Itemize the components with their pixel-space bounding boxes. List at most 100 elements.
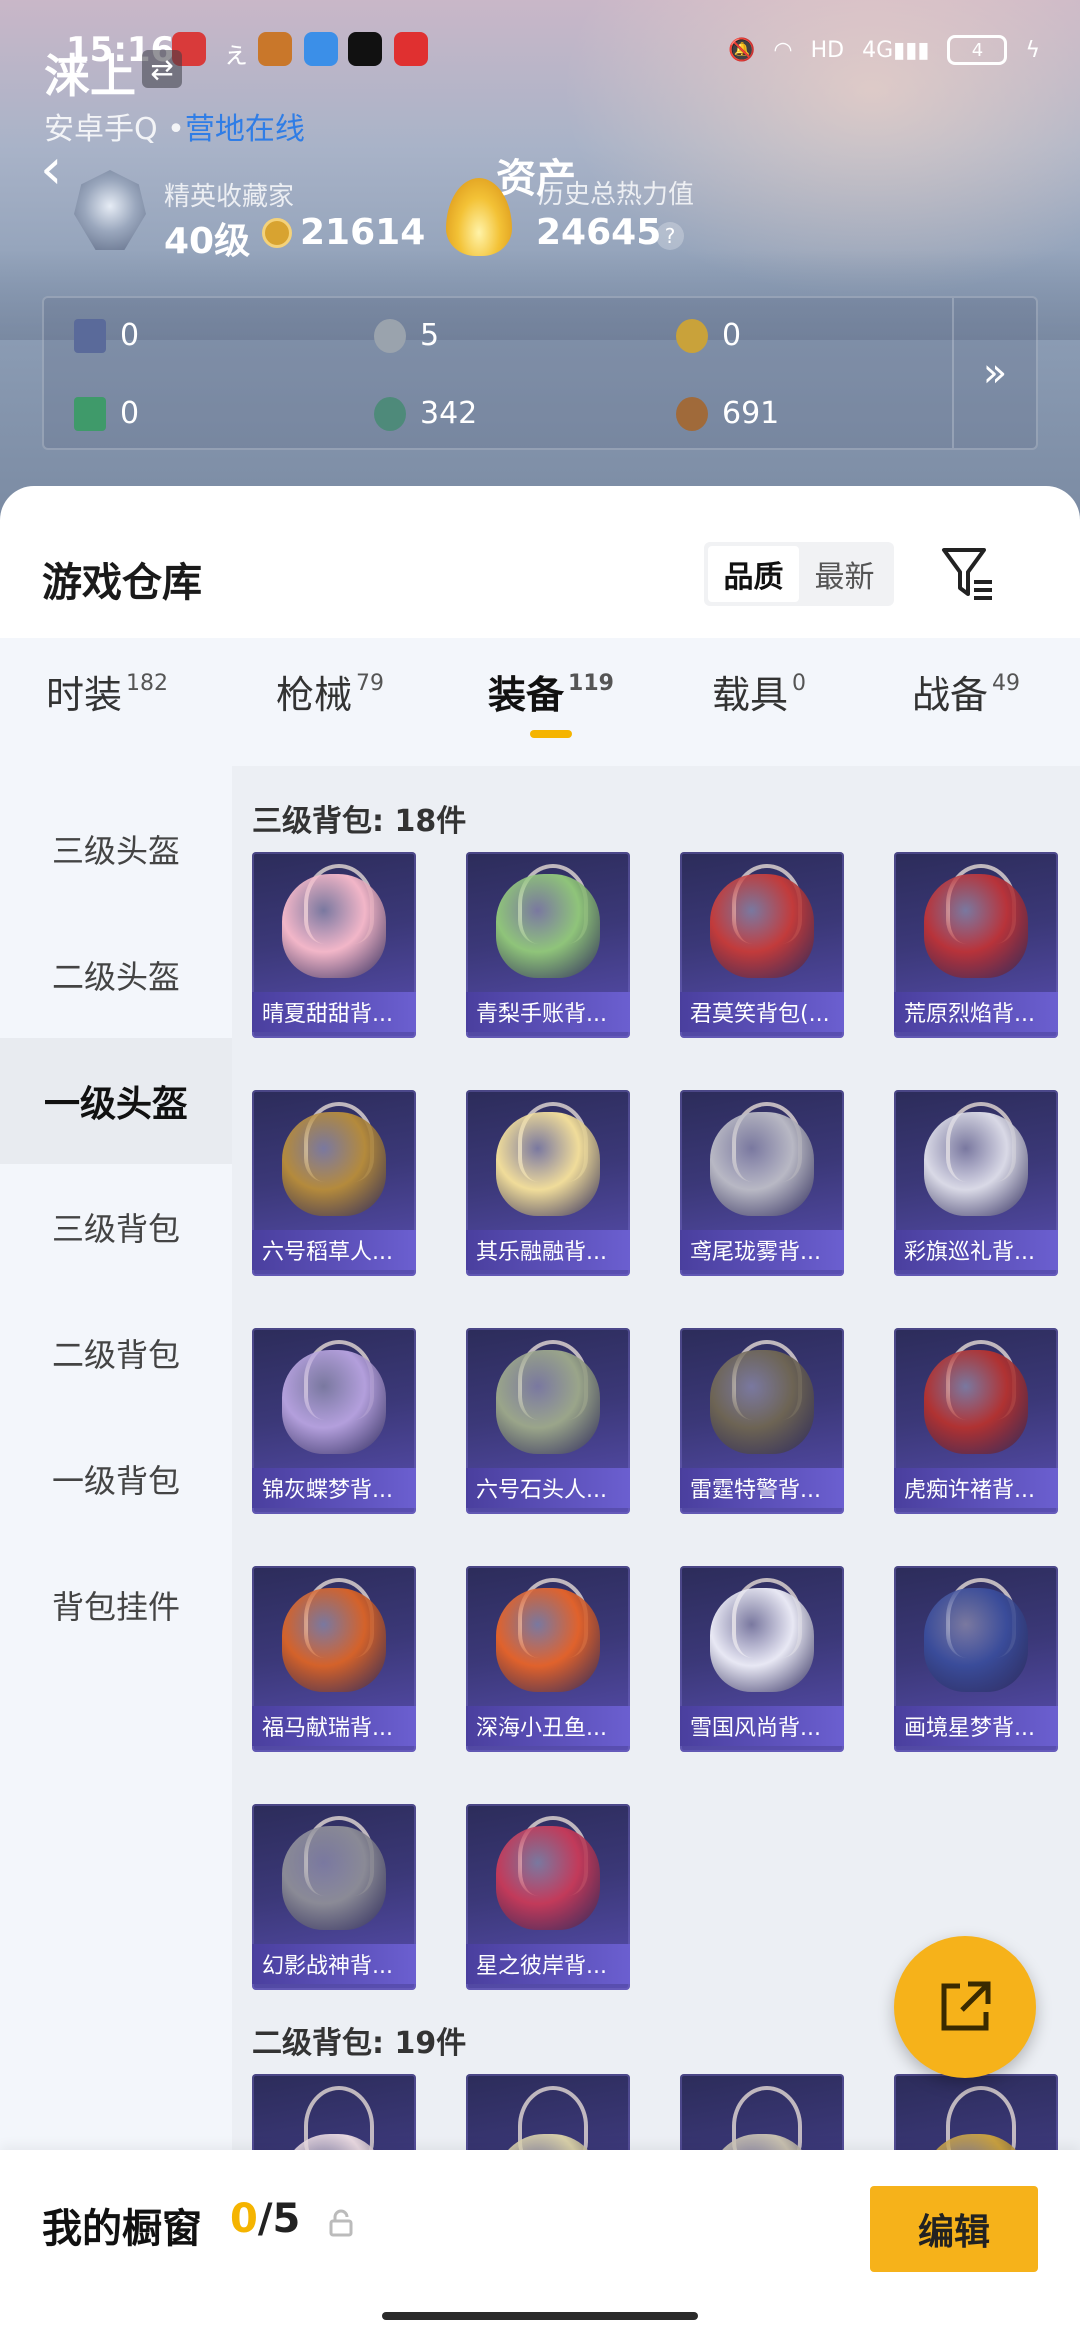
item-label: 深海小丑鱼... [466,1706,630,1746]
item-card[interactable]: 星之彼岸背... [466,1804,630,1990]
gold-medal-icon [676,318,708,353]
item-label: 彩旗巡礼背... [894,1230,1058,1270]
notification-app-icon [394,32,428,66]
section-title: 二级背包: 19件 [252,2026,467,2061]
item-card[interactable]: 其乐融融背... [466,1090,630,1276]
stat-item: 342 [374,396,477,431]
switch-account-icon[interactable]: ⇄ [142,50,182,88]
user-name: 涞上 [44,49,136,103]
item-label: 六号石头人... [466,1468,630,1508]
item-card[interactable]: 虎痴许褚背... [894,1328,1058,1514]
sidebar-item-backpack-pendant[interactable]: 背包挂件 [0,1542,232,1668]
tiktok-icon [348,32,382,66]
item-card[interactable]: 君莫笑背包(... [680,852,844,1038]
backpack-icon [282,1588,386,1692]
item-card[interactable]: 彩旗巡礼背... [894,1090,1058,1276]
sidebar-item-backpack-1[interactable]: 一级背包 [0,1416,232,1542]
item-label: 六号稻草人... [252,1230,416,1270]
item-label: 晴夏甜甜背... [252,992,416,1032]
filter-icon[interactable] [940,544,996,604]
sort-latest-option[interactable]: 最新 [799,546,890,602]
silver-coin-icon [374,318,406,353]
item-card[interactable]: 深海小丑鱼... [466,1566,630,1752]
backpack-icon [710,1112,814,1216]
item-card[interactable]: 荒原烈焰背... [894,852,1058,1038]
item-label: 画境星梦背... [894,1706,1058,1746]
tab-weapons[interactable]: 枪械 79 [276,664,384,719]
stat-item: 5 [374,318,439,353]
gem-icon [374,396,406,431]
stat-item: 0 [74,318,139,353]
tab-supplies[interactable]: 战备 49 [912,664,1020,719]
backpack-icon [282,1826,386,1930]
item-card[interactable]: 六号石头人... [466,1328,630,1514]
charging-icon: ϟ [1025,37,1040,63]
status-icons: 🔕 ◠ HD 4G▮▮▮ 4 ϟ [728,30,1040,70]
backpack-icon [496,1350,600,1454]
sidebar-item-helmet-2[interactable]: 二级头盔 [0,912,232,1038]
sidebar-item-helmet-3[interactable]: 三级头盔 [0,786,232,912]
signal-icon: 4G▮▮▮ [862,37,930,63]
showcase-title: 我的橱窗 [42,2206,202,2252]
backpack-icon [496,874,600,978]
coin-icon [262,218,292,248]
stat-item: 0 [676,318,741,353]
item-label: 君莫笑背包(... [680,992,844,1032]
stats-grid: 0 5 0 0 342 691 » [42,296,1038,450]
tab-equipment[interactable]: 装备 119 [488,664,614,719]
mute-icon: 🔕 [728,37,756,63]
backpack-icon [710,874,814,978]
backpack-icon [282,1112,386,1216]
item-card[interactable]: 青梨手账背... [466,852,630,1038]
backpack-icon [710,1588,814,1692]
notification-app-icon [304,32,338,66]
tab-fashion[interactable]: 时装 182 [46,664,168,719]
item-card[interactable]: 晴夏甜甜背... [252,852,416,1038]
chevron-right-icon[interactable]: » [952,298,1036,448]
home-indicator[interactable] [382,2312,698,2320]
user-subtitle: 安卓手Q •营地在线 [44,112,305,147]
backpack-icon [496,1588,600,1692]
item-label: 虎痴许褚背... [894,1468,1058,1508]
item-card[interactable]: 画境星梦背... [894,1566,1058,1752]
lock-icon [329,2209,353,2237]
sort-quality-option[interactable]: 品质 [708,546,799,602]
item-card[interactable]: 锦灰蝶梦背... [252,1328,416,1514]
section-title: 三级背包: 18件 [252,804,467,839]
item-card[interactable]: 鸢尾珑雾背... [680,1090,844,1276]
sidebar-item-backpack-2[interactable]: 二级背包 [0,1290,232,1416]
tab-vehicles[interactable]: 载具 0 [712,664,806,719]
edit-button[interactable]: 编辑 [870,2186,1038,2272]
heat-label: 历史总热力值 [538,180,695,210]
collector-label: 精英收藏家 [164,182,295,212]
item-card[interactable]: 福马献瑞背... [252,1566,416,1752]
notification-app-icon: ぇ [222,37,251,70]
stat-item: 691 [676,396,779,431]
back-icon[interactable]: ‹ [40,140,80,200]
bronze-coin-icon [676,396,708,431]
item-card[interactable]: 幻影战神背... [252,1804,416,1990]
item-label: 雷霆特警背... [680,1468,844,1508]
backpack-icon [710,1350,814,1454]
notification-app-icon [258,32,292,66]
warehouse-body: 三级头盔 二级头盔 一级头盔 三级背包 二级背包 一级背包 背包挂件 三级背包:… [0,766,1080,2340]
sidebar-item-helmet-1[interactable]: 一级头盔 [0,1038,232,1164]
item-label: 锦灰蝶梦背... [252,1468,416,1508]
item-label: 星之彼岸背... [466,1944,630,1984]
item-card[interactable]: 雪国风尚背... [680,1566,844,1752]
item-card[interactable]: 雷霆特警背... [680,1328,844,1514]
backpack-icon [282,1350,386,1454]
green-card-icon [74,396,106,431]
item-label: 荒原烈焰背... [894,992,1058,1032]
backpack-icon [924,1588,1028,1692]
item-card[interactable]: 六号稻草人... [252,1090,416,1276]
coin-count: 21614 [300,212,426,253]
showcase-bar: 我的橱窗 0/5 编辑 [0,2150,1080,2340]
battery-icon: 4 [947,35,1008,65]
item-label: 福马献瑞背... [252,1706,416,1746]
sidebar-item-backpack-3[interactable]: 三级背包 [0,1164,232,1290]
help-icon[interactable]: ? [656,222,684,250]
backpack-icon [282,874,386,978]
collector-level: 40级 [164,221,251,262]
share-button[interactable] [894,1936,1036,2078]
